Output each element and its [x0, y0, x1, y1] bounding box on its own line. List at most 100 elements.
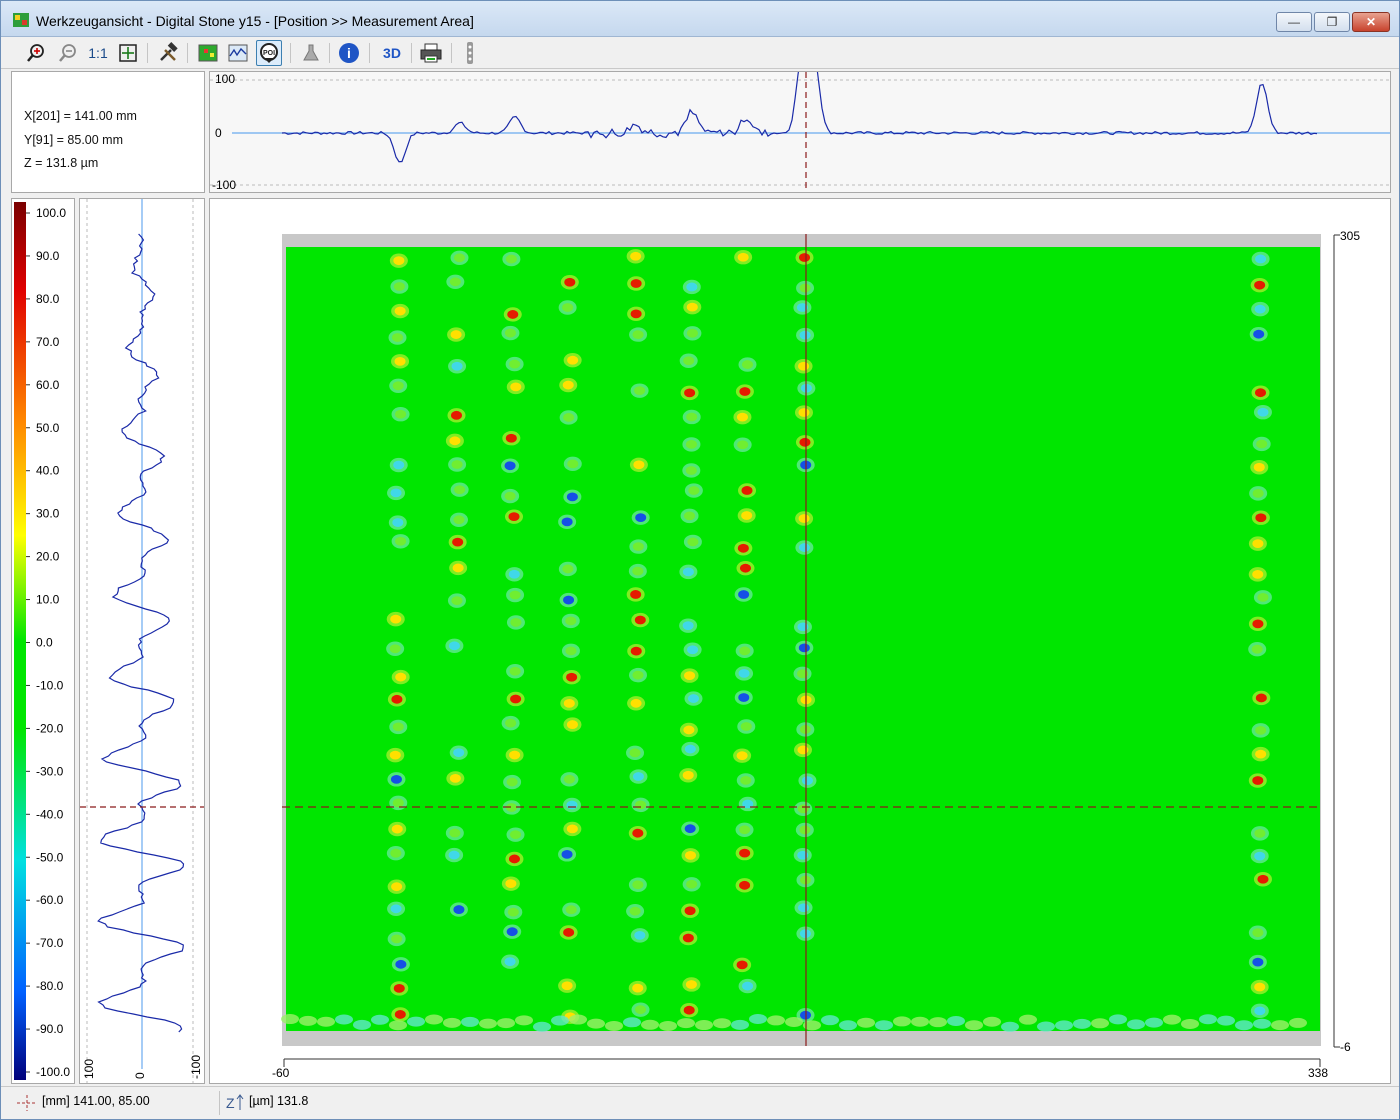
tools-button[interactable]	[155, 40, 181, 66]
heatmap-edge-noise	[515, 1015, 533, 1026]
heatmap-spot	[736, 751, 748, 761]
heatmap-spot	[799, 437, 811, 447]
app-icon	[13, 13, 29, 27]
heatmap-spot	[454, 485, 466, 495]
color-map-button[interactable]	[195, 40, 221, 66]
heatmap-spot	[561, 981, 573, 991]
heatmap-spot	[634, 930, 646, 940]
top-profile-panel[interactable]: 100 0 -100	[209, 46, 1391, 193]
heatmap-spot	[451, 361, 463, 371]
heatmap-spot	[510, 694, 522, 704]
heatmap-spot	[736, 412, 748, 422]
heatmap-spot	[392, 798, 404, 808]
print-button[interactable]	[418, 40, 444, 66]
heatmap-spot	[509, 666, 521, 676]
heatmap-spot	[686, 328, 698, 338]
heatmap-spot	[688, 486, 700, 495]
heatmap-spot	[392, 381, 404, 391]
heatmap-spot	[633, 460, 645, 470]
heatmap-spot	[391, 824, 403, 834]
heatmap-spot	[1254, 304, 1266, 314]
zoom-in-button[interactable]	[23, 40, 49, 66]
filter-button[interactable]	[298, 40, 324, 66]
heatmap-edge-noise	[911, 1016, 929, 1027]
top-tick-max: 100	[215, 72, 235, 86]
heatmap-spot	[393, 983, 405, 993]
heatmap-spot	[684, 671, 696, 681]
heatmap-spot	[504, 328, 516, 338]
left-profile-panel[interactable]: 100 0 -100	[79, 198, 205, 1084]
zoom-out-icon	[59, 44, 76, 62]
heatmap-spot	[449, 774, 461, 783]
svg-text:i: i	[347, 45, 351, 61]
view-3d-button[interactable]: 3D	[377, 40, 407, 66]
heatmap-spot	[1257, 407, 1269, 417]
info-button[interactable]: i	[336, 40, 362, 66]
heatmap-spot	[799, 725, 811, 734]
crosshair-icon	[17, 1095, 37, 1111]
heatmap-spot	[632, 880, 644, 890]
heatmap-spot	[1252, 928, 1264, 938]
heatmap-edge-noise	[443, 1017, 461, 1028]
heatmap-spot	[504, 957, 516, 967]
heatmap-spot	[682, 770, 694, 780]
poi-button[interactable]: POI	[256, 40, 282, 66]
heatmap-view[interactable]: 305 -6 -60 338	[209, 198, 1391, 1084]
heatmap-edge-noise	[299, 1015, 317, 1026]
more-button[interactable]	[457, 40, 483, 66]
heatmap-spot	[629, 748, 641, 758]
profile-view-button[interactable]	[225, 40, 251, 66]
heatmap-spot	[632, 330, 644, 340]
heatmap-edge-noise	[371, 1014, 389, 1025]
heatmap-spot	[563, 928, 575, 937]
color-scale-panel: 100.0 90.0 80.0 70.0 60.0 50.0 40.0 30.0 20.0 10.…	[11, 198, 75, 1084]
color-scale-label: 30.0	[36, 507, 60, 521]
actual-size-button[interactable]: 1:1	[85, 40, 111, 66]
color-scale-label: 0.0	[36, 636, 53, 650]
color-scale-label: -80.0	[36, 979, 64, 993]
heatmap-spot	[509, 359, 521, 369]
heatmap-spot	[567, 459, 579, 469]
filter-icon	[303, 44, 319, 61]
color-scale-label: -20.0	[36, 721, 64, 735]
heatmap-spot	[390, 488, 402, 498]
heatmap-spot	[508, 854, 520, 864]
heatmap-spot	[635, 513, 647, 523]
heatmap-spot	[452, 537, 464, 547]
zoom-in-icon	[27, 44, 44, 62]
heatmap-spot	[685, 850, 697, 860]
close-button[interactable]: ✕	[1352, 12, 1390, 32]
heatmap-spot	[687, 537, 699, 547]
fit-button[interactable]	[115, 40, 141, 66]
window-title: Werkzeugansicht - Digital Stone y15 - [P…	[36, 13, 474, 29]
heatmap-spot	[506, 777, 518, 787]
heatmap-spot	[736, 960, 748, 970]
heatmap-spot	[561, 849, 573, 859]
heatmap-spot	[630, 646, 642, 656]
heatmap-edge-noise	[893, 1016, 911, 1027]
heatmap-spot	[509, 590, 521, 600]
maximize-button[interactable]: ❐	[1314, 12, 1350, 32]
heatmap-spot	[1252, 539, 1264, 549]
heatmap-spot	[566, 824, 578, 834]
heatmap-edge-noise	[1055, 1020, 1073, 1031]
heatmap-spot	[1256, 439, 1268, 449]
heatmap-edge-noise	[695, 1020, 713, 1031]
heatmap-spot	[632, 983, 644, 993]
heatmap-spot	[448, 850, 460, 860]
heatmap-spot	[508, 569, 520, 579]
heatmap-spot	[684, 388, 696, 398]
heatmap-spot	[1252, 619, 1264, 629]
zoom-out-button[interactable]	[55, 40, 81, 66]
minimize-button[interactable]: —	[1276, 12, 1312, 32]
heatmap-edge-noise	[1163, 1014, 1181, 1025]
heatmap-edge-noise	[569, 1014, 587, 1025]
app-window: Werkzeugansicht - Digital Stone y15 - [P…	[0, 0, 1400, 1120]
heatmap-spot	[1254, 828, 1266, 838]
heatmap-spot	[562, 380, 574, 390]
color-scale-label: 100.0	[36, 206, 66, 220]
heatmap-edge-noise	[677, 1018, 695, 1029]
top-tick-zero: 0	[215, 126, 222, 140]
heatmap-edge-noise	[965, 1020, 983, 1031]
heatmap-spot	[453, 748, 465, 758]
